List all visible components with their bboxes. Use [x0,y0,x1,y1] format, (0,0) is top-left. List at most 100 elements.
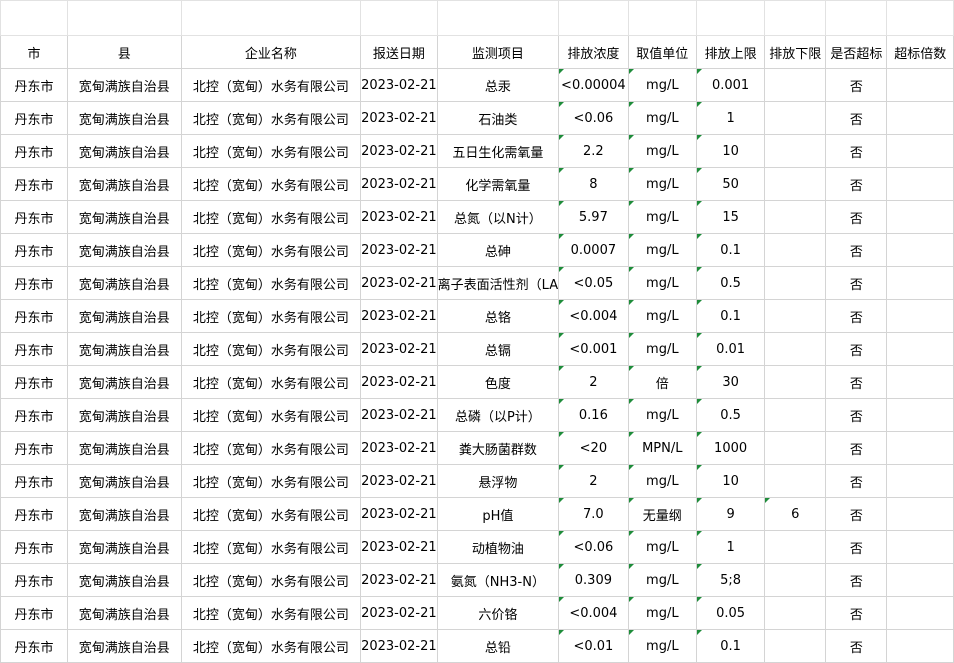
cell-concentration[interactable]: <20 [558,431,629,465]
cell-exceed[interactable]: 否 [825,464,888,498]
cell-upper-limit[interactable]: 5;8 [695,563,766,597]
cell-county[interactable]: 宽甸满族自治县 [67,332,182,366]
cell-upper-limit[interactable]: 30 [695,365,766,399]
cell-city[interactable]: 丹东市 [0,200,68,234]
cell-concentration[interactable]: 0.16 [558,398,629,432]
cell-exceed[interactable]: 否 [825,629,888,663]
cell-concentration[interactable]: 2 [558,464,629,498]
cell-item[interactable]: 动植物油 [436,530,560,564]
cell-exceed[interactable]: 否 [825,332,888,366]
cell-county[interactable]: 宽甸满族自治县 [67,365,182,399]
cell-lower-limit[interactable] [764,101,827,135]
cell-county[interactable]: 宽甸满族自治县 [67,431,182,465]
cell-unit[interactable]: mg/L [627,596,697,630]
cell-item[interactable]: 六价铬 [436,596,560,630]
cell-item[interactable]: 总汞 [436,68,560,102]
cell-lower-limit[interactable]: 6 [764,497,827,531]
cell-unit[interactable]: mg/L [627,332,697,366]
cell-exceed[interactable]: 否 [825,134,888,168]
cell-county[interactable]: 宽甸满族自治县 [67,629,182,663]
cell-county[interactable]: 宽甸满族自治县 [67,167,182,201]
cell-county[interactable]: 宽甸满族自治县 [67,563,182,597]
cell-exceed-times[interactable] [886,629,954,663]
header-upper-limit[interactable]: 排放上限 [695,35,766,69]
cell-unit[interactable]: mg/L [627,398,697,432]
cell-concentration[interactable]: <0.00004 [558,68,629,102]
cell-exceed[interactable]: 否 [825,101,888,135]
cell-upper-limit[interactable]: 9 [695,497,766,531]
header-unit[interactable]: 取值单位 [627,35,697,69]
cell-exceed-times[interactable] [886,530,954,564]
cell-unit[interactable]: mg/L [627,563,697,597]
cell-city[interactable]: 丹东市 [0,299,68,333]
cell-date[interactable]: 2023-02-21 [360,101,438,135]
cell-exceed-times[interactable] [886,398,954,432]
cell-upper-limit[interactable]: 0.05 [695,596,766,630]
cell-date[interactable]: 2023-02-21 [360,629,438,663]
cell-item[interactable]: 氨氮（NH3-N） [436,563,560,597]
cell-item[interactable]: 色度 [436,365,560,399]
cell-concentration[interactable]: 8 [558,167,629,201]
cell-company[interactable]: 北控（宽甸）水务有限公司 [180,266,362,300]
cell-concentration[interactable]: 2 [558,365,629,399]
cell-lower-limit[interactable] [764,233,827,267]
cell-date[interactable]: 2023-02-21 [360,68,438,102]
cell-item[interactable]: 总镉 [436,332,560,366]
cell-date[interactable]: 2023-02-21 [360,530,438,564]
cell-city[interactable]: 丹东市 [0,398,68,432]
cell-upper-limit[interactable]: 50 [695,167,766,201]
cell-exceed[interactable]: 否 [825,200,888,234]
cell-upper-limit[interactable]: 0.001 [695,68,766,102]
cell-date[interactable]: 2023-02-21 [360,233,438,267]
cell-item[interactable]: 离子表面活性剂（LA [436,266,560,300]
cell-lower-limit[interactable] [764,68,827,102]
cell-date[interactable]: 2023-02-21 [360,299,438,333]
cell-date[interactable]: 2023-02-21 [360,497,438,531]
cell-exceed-times[interactable] [886,596,954,630]
cell-exceed-times[interactable] [886,233,954,267]
cell-lower-limit[interactable] [764,464,827,498]
cell-exceed-times[interactable] [886,332,954,366]
cell-exceed-times[interactable] [886,266,954,300]
cell-unit[interactable]: mg/L [627,530,697,564]
header-city[interactable]: 市 [0,35,68,69]
cell-lower-limit[interactable] [764,563,827,597]
cell-exceed[interactable]: 否 [825,431,888,465]
cell[interactable] [825,0,888,36]
cell-concentration[interactable]: 5.97 [558,200,629,234]
cell-date[interactable]: 2023-02-21 [360,266,438,300]
cell-upper-limit[interactable]: 1 [695,101,766,135]
cell-item[interactable]: 总铅 [436,629,560,663]
cell-item[interactable]: 粪大肠菌群数 [436,431,560,465]
cell-exceed[interactable]: 否 [825,299,888,333]
cell-exceed-times[interactable] [886,365,954,399]
header-date[interactable]: 报送日期 [360,35,438,69]
header-company[interactable]: 企业名称 [180,35,362,69]
cell-county[interactable]: 宽甸满族自治县 [67,497,182,531]
cell-unit[interactable]: mg/L [627,134,697,168]
cell-lower-limit[interactable] [764,596,827,630]
cell-exceed-times[interactable] [886,497,954,531]
cell-city[interactable]: 丹东市 [0,134,68,168]
cell-company[interactable]: 北控（宽甸）水务有限公司 [180,68,362,102]
cell-company[interactable]: 北控（宽甸）水务有限公司 [180,101,362,135]
cell[interactable] [436,0,560,36]
cell-exceed[interactable]: 否 [825,596,888,630]
cell-upper-limit[interactable]: 0.5 [695,398,766,432]
cell-lower-limit[interactable] [764,266,827,300]
cell-upper-limit[interactable]: 1 [695,530,766,564]
cell[interactable] [180,0,362,36]
cell-exceed[interactable]: 否 [825,233,888,267]
cell-unit[interactable]: mg/L [627,167,697,201]
cell-exceed-times[interactable] [886,299,954,333]
cell-city[interactable]: 丹东市 [0,266,68,300]
cell-concentration[interactable]: <0.06 [558,101,629,135]
cell-lower-limit[interactable] [764,530,827,564]
cell-city[interactable]: 丹东市 [0,629,68,663]
cell-date[interactable]: 2023-02-21 [360,398,438,432]
header-exceed[interactable]: 是否超标 [825,35,888,69]
cell-concentration[interactable]: 0.0007 [558,233,629,267]
cell-lower-limit[interactable] [764,167,827,201]
cell-concentration[interactable]: <0.01 [558,629,629,663]
cell-upper-limit[interactable]: 10 [695,464,766,498]
